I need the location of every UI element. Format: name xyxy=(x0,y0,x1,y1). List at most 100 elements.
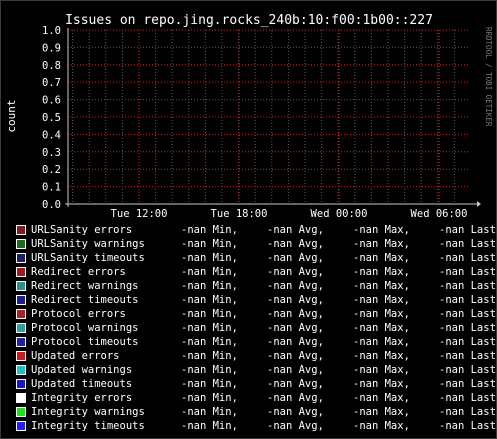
y-tick-label: 1.0 xyxy=(42,25,61,37)
legend-min-value: -nan Min, xyxy=(181,378,238,390)
major-grid xyxy=(68,29,470,205)
legend-row: Integrity warnings -nan Min, -nan Avg, -nan… xyxy=(15,405,497,419)
y-tick-label: 0.0 xyxy=(42,199,61,211)
legend-swatch xyxy=(16,295,26,305)
legend-series-name: Integrity timeouts xyxy=(31,420,145,432)
legend-last-value: -nan Last xyxy=(439,378,496,390)
legend-series-name: Protocol warnings xyxy=(31,322,139,334)
legend-series-name: URLSanity warnings xyxy=(31,238,145,250)
legend-last-value: -nan Last xyxy=(439,336,496,348)
x-tick-labels: Tue 12:00 Tue 18:00 Wed 00:00 Wed 06:00 xyxy=(111,208,468,220)
legend-max-value: -nan Max, xyxy=(353,294,410,306)
legend-row: Protocol errors -nan Min, -nan Avg, -nan Ma… xyxy=(15,307,497,321)
y-tick-label: 0.9 xyxy=(42,42,61,54)
legend-min-value: -nan Min, xyxy=(181,336,238,348)
legend-last-value: -nan Last xyxy=(439,252,496,264)
legend-row: Redirect warnings -nan Min, -nan Avg, -nan … xyxy=(15,279,497,293)
legend-avg-value: -nan Avg, xyxy=(267,238,324,250)
legend-row: URLSanity warnings -nan Min, -nan Avg, -nan… xyxy=(15,237,497,251)
y-tick-label: 0.3 xyxy=(42,147,61,159)
legend-row: URLSanity errors -nan Min, -nan Avg, -nan M… xyxy=(15,223,497,237)
legend-min-value: -nan Min, xyxy=(181,252,238,264)
legend-swatch xyxy=(16,225,26,235)
chart-title: Issues on repo.jing.rocks_240b:10:f00:1b… xyxy=(65,13,433,28)
legend-max-value: -nan Max, xyxy=(353,280,410,292)
legend-swatch xyxy=(16,351,26,361)
legend-avg-value: -nan Avg, xyxy=(267,392,324,404)
legend-avg-value: -nan Avg, xyxy=(267,280,324,292)
legend-avg-value: -nan Avg, xyxy=(267,364,324,376)
legend-swatch xyxy=(16,281,26,291)
legend-row: Integrity timeouts -nan Min, -nan Avg, -nan… xyxy=(15,419,497,433)
legend-max-value: -nan Max, xyxy=(353,322,410,334)
legend-last-value: -nan Last xyxy=(439,364,496,376)
legend-swatch xyxy=(16,253,26,263)
legend-avg-value: -nan Avg, xyxy=(267,266,324,278)
legend-max-value: -nan Max, xyxy=(353,266,410,278)
legend-series-name: URLSanity timeouts xyxy=(31,252,145,264)
legend-row: Protocol warnings -nan Min, -nan Avg, -nan … xyxy=(15,321,497,335)
y-tick-label: 0.5 xyxy=(42,112,61,124)
legend-row: Protocol timeouts -nan Min, -nan Avg, -nan … xyxy=(15,335,497,349)
legend: URLSanity errors -nan Min, -nan Avg, -nan M… xyxy=(15,223,497,439)
legend-avg-value: -nan Avg, xyxy=(267,322,324,334)
chart-svg: Issues on repo.jing.rocks_240b:10:f00:1b… xyxy=(5,13,493,220)
legend-min-value: -nan Min, xyxy=(181,266,238,278)
legend-row: URLSanity timeouts -nan Min, -nan Avg, -nan… xyxy=(15,251,497,265)
legend-avg-value: -nan Avg, xyxy=(267,224,324,236)
legend-avg-value: -nan Avg, xyxy=(267,336,324,348)
y-tick-label: 0.6 xyxy=(42,95,61,107)
legend-row: Updated errors -nan Min, -nan Avg, -nan Max… xyxy=(15,349,497,363)
y-axis-label: count xyxy=(5,99,18,132)
legend-min-value: -nan Min, xyxy=(181,350,238,362)
legend-last-value: -nan Last xyxy=(439,224,496,236)
legend-avg-value: -nan Avg, xyxy=(267,378,324,390)
legend-max-value: -nan Max, xyxy=(353,406,410,418)
legend-max-value: -nan Max, xyxy=(353,378,410,390)
legend-max-value: -nan Max, xyxy=(353,238,410,250)
legend-last-value: -nan Last xyxy=(439,322,496,334)
legend-last-value: -nan Last xyxy=(439,280,496,292)
legend-series-name: Updated warnings xyxy=(31,364,133,376)
legend-avg-value: -nan Avg, xyxy=(267,294,324,306)
legend-series-name: Updated timeouts xyxy=(31,378,133,390)
legend-avg-value: -nan Avg, xyxy=(267,406,324,418)
legend-swatch xyxy=(16,337,26,347)
legend-last-value: -nan Last xyxy=(439,392,496,404)
y-tick-label: 0.4 xyxy=(42,129,61,141)
y-tick-label: 0.1 xyxy=(42,182,61,194)
legend-last-value: -nan Last xyxy=(439,406,496,418)
legend-min-value: -nan Min, xyxy=(181,238,238,250)
legend-min-value: -nan Min, xyxy=(181,224,238,236)
legend-last-value: -nan Last xyxy=(439,420,496,432)
legend-last-value: -nan Last xyxy=(439,294,496,306)
legend-max-value: -nan Max, xyxy=(353,336,410,348)
x-tick-label: Wed 00:00 xyxy=(311,208,368,220)
legend-series-name: Integrity errors xyxy=(31,392,133,404)
legend-swatch xyxy=(16,365,26,375)
y-tick-label: 0.8 xyxy=(42,60,61,72)
legend-swatch xyxy=(16,393,26,403)
y-tick-label: 0.2 xyxy=(42,164,61,176)
y-tick-labels: 0.0 0.1 0.2 0.3 0.4 0.5 0.6 0.7 0.8 0.9 1.0 xyxy=(42,25,61,211)
legend-row: Integrity errors -nan Min, -nan Avg, -nan M… xyxy=(15,391,497,405)
legend-min-value: -nan Min, xyxy=(181,406,238,418)
x-axis-arrow xyxy=(477,201,481,207)
legend-series-name: URLSanity errors xyxy=(31,224,133,236)
legend-avg-value: -nan Avg, xyxy=(267,420,324,432)
legend-min-value: -nan Min, xyxy=(181,308,238,320)
legend-series-name: Updated errors xyxy=(31,350,120,362)
legend-max-value: -nan Max, xyxy=(353,252,410,264)
legend-swatch xyxy=(16,323,26,333)
legend-last-value: -nan Last xyxy=(439,350,496,362)
legend-max-value: -nan Max, xyxy=(353,224,410,236)
legend-swatch xyxy=(16,379,26,389)
legend-last-value: -nan Last xyxy=(439,238,496,250)
legend-min-value: -nan Min, xyxy=(181,294,238,306)
legend-min-value: -nan Min, xyxy=(181,280,238,292)
legend-min-value: -nan Min, xyxy=(181,322,238,334)
legend-avg-value: -nan Avg, xyxy=(267,252,324,264)
legend-min-value: -nan Min, xyxy=(181,392,238,404)
x-tick-label: Wed 06:00 xyxy=(411,208,468,220)
legend-max-value: -nan Max, xyxy=(353,364,410,376)
